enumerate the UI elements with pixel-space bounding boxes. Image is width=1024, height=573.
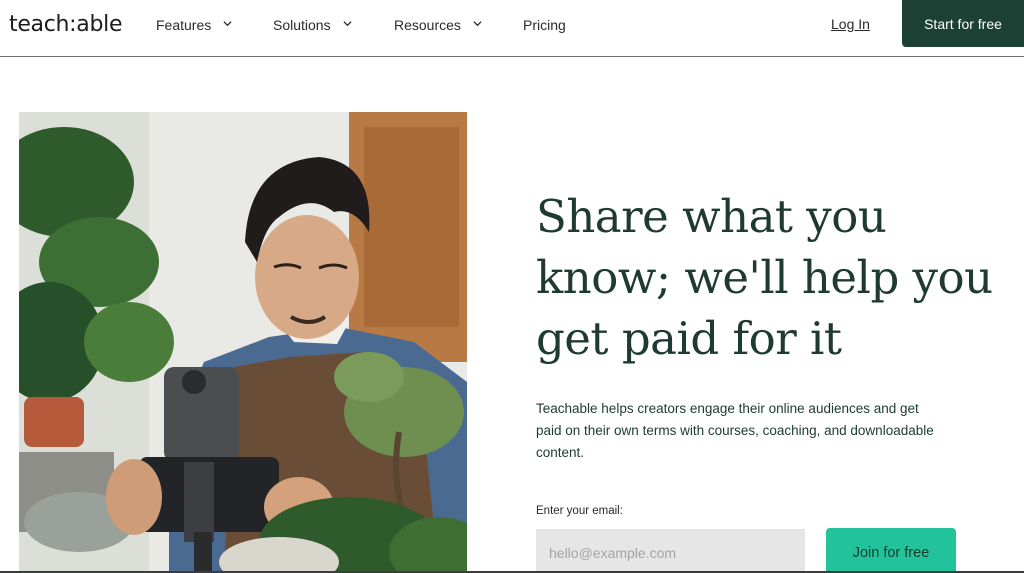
nav-pricing-label: Pricing bbox=[523, 17, 566, 33]
email-input[interactable] bbox=[536, 529, 805, 573]
nav-features-label: Features bbox=[156, 17, 212, 33]
login-link[interactable]: Log In bbox=[831, 16, 870, 32]
creator-filming-plants-image bbox=[19, 112, 467, 573]
description-line: Teachable helps creators engage their on… bbox=[536, 401, 919, 416]
headline-line: Share what you bbox=[536, 190, 887, 243]
headline-line: get paid for it bbox=[536, 312, 842, 365]
nav-features[interactable]: Features bbox=[156, 17, 232, 33]
chevron-down-icon bbox=[343, 20, 352, 26]
start-for-free-button[interactable]: Start for free bbox=[902, 0, 1024, 47]
chevron-down-icon bbox=[223, 20, 232, 26]
join-for-free-button[interactable]: Join for free bbox=[826, 528, 956, 573]
hero-description: Teachable helps creators engage their on… bbox=[536, 398, 956, 464]
nav-resources[interactable]: Resources bbox=[394, 17, 482, 33]
hero-headline: Share what you know; we'll help you get … bbox=[536, 186, 1006, 369]
teachable-logo[interactable]: teach:able bbox=[9, 12, 123, 37]
chevron-down-icon bbox=[473, 20, 482, 26]
description-line: content. bbox=[536, 445, 585, 460]
headline-line: know; we'll help you bbox=[536, 251, 993, 304]
nav-resources-label: Resources bbox=[394, 17, 461, 33]
nav-pricing[interactable]: Pricing bbox=[523, 17, 566, 33]
description-line: paid on their own terms with courses, co… bbox=[536, 423, 934, 438]
email-label: Enter your email: bbox=[536, 505, 623, 517]
nav-solutions[interactable]: Solutions bbox=[273, 17, 352, 33]
hero-photo bbox=[19, 112, 467, 573]
nav-solutions-label: Solutions bbox=[273, 17, 331, 33]
site-header: teach:able Features Solutions Resources … bbox=[0, 0, 1024, 57]
